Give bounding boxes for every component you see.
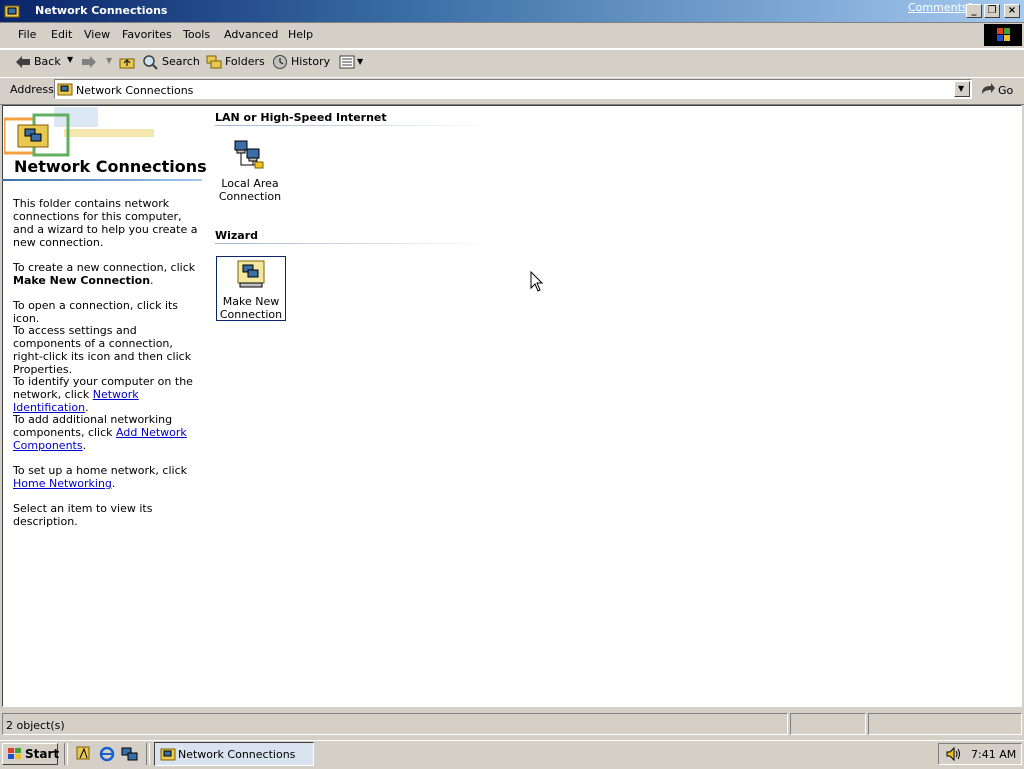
section-header-lan: LAN or High-Speed Internet <box>215 111 387 124</box>
minimize-button[interactable]: _ <box>966 4 982 18</box>
status-cell-3 <box>868 713 1022 735</box>
panel-home-text: To set up a home network, click Home Net… <box>13 464 187 490</box>
up-folder-icon[interactable] <box>119 55 135 69</box>
create-bold: Make New Connection <box>13 274 151 287</box>
start-label: Start <box>25 747 60 761</box>
menu-edit[interactable]: Edit <box>51 28 72 41</box>
mouse-cursor-icon <box>530 271 544 292</box>
home-prefix: To set up a home network, click <box>13 464 187 477</box>
home-networking-link[interactable]: Home Networking <box>13 477 112 490</box>
window-app-icon[interactable] <box>4 3 20 19</box>
section-rule-lan <box>215 125 495 126</box>
back-button[interactable]: Back <box>34 55 61 68</box>
speaker-icon[interactable] <box>945 746 963 762</box>
go-arrow-icon[interactable] <box>980 82 996 96</box>
panel-title: Network Connections <box>14 157 207 176</box>
panel-divider <box>2 179 202 181</box>
start-button[interactable]: Start <box>2 743 60 765</box>
network-connection-icon[interactable] <box>233 139 267 171</box>
create-prefix: To create a new connection, click <box>13 261 196 274</box>
task-label: Network Connections <box>178 748 296 761</box>
menu-favorites[interactable]: Favorites <box>122 28 172 41</box>
section-rule-wizard <box>215 243 495 244</box>
status-objects-text: 2 object(s) <box>6 719 65 732</box>
views-icon[interactable] <box>339 55 355 69</box>
menu-view[interactable]: View <box>84 28 110 41</box>
status-cell-2 <box>790 713 866 735</box>
panel-select-text: Select an item to view its description. <box>13 502 153 528</box>
make-new-connection-label[interactable]: Make New Connection <box>211 295 291 321</box>
address-folder-icon <box>57 83 73 96</box>
folders-icon[interactable] <box>206 54 222 70</box>
menu-help[interactable]: Help <box>288 28 313 41</box>
panel-open-text: To open a connection, click its icon. <box>13 299 179 325</box>
ie-icon[interactable] <box>98 746 116 762</box>
quicklaunch-icon[interactable] <box>121 746 139 762</box>
network-folder-icon <box>17 124 49 148</box>
back-dropdown[interactable]: ▼ <box>67 55 73 64</box>
search-button[interactable]: Search <box>162 55 200 68</box>
menu-advanced[interactable]: Advanced <box>224 28 278 41</box>
close-button[interactable]: × <box>1004 4 1020 18</box>
taskbar-separator-2 <box>146 743 150 765</box>
search-icon[interactable] <box>142 54 158 70</box>
panel-intro: This folder contains network connections… <box>13 197 198 249</box>
clock[interactable]: 7:41 AM <box>971 748 1016 761</box>
panel-create-text: To create a new connection, click Make N… <box>13 261 196 287</box>
windows-flag-icon <box>984 24 1022 46</box>
taskbar-button-network-connections[interactable]: Network Connections <box>154 742 314 766</box>
restore-button[interactable]: ❐ <box>984 4 1000 18</box>
taskbar-separator <box>64 743 68 765</box>
title-bar[interactable]: Network Connections Comments? <box>0 0 1024 22</box>
address-dropdown-button[interactable]: ▼ <box>954 81 970 97</box>
section-header-wizard: Wizard <box>215 229 259 242</box>
panel-add-text: To add additional networking components,… <box>13 413 187 452</box>
folders-button[interactable]: Folders <box>225 55 265 68</box>
task-folder-icon <box>160 748 176 761</box>
go-button[interactable]: Go <box>998 84 1013 97</box>
forward-dropdown[interactable]: ▼ <box>106 56 112 65</box>
address-label: Address <box>10 83 54 96</box>
make-new-connection-icon[interactable] <box>236 259 266 289</box>
address-value[interactable]: Network Connections <box>76 84 193 97</box>
forward-arrow-icon[interactable] <box>81 55 97 69</box>
views-dropdown[interactable]: ▼ <box>357 57 363 66</box>
panel-identify-text: To identify your computer on the network… <box>13 375 193 414</box>
start-flag-icon <box>8 748 21 759</box>
system-tray: 7:41 AM <box>938 743 1022 765</box>
menu-tools[interactable]: Tools <box>183 28 210 41</box>
desktop-icon[interactable] <box>75 746 93 762</box>
history-button[interactable]: History <box>291 55 330 68</box>
status-cell-objects <box>2 713 788 735</box>
history-icon[interactable] <box>272 54 288 70</box>
comments-link[interactable]: Comments? <box>908 1 973 14</box>
local-area-connection-label[interactable]: Local Area Connection <box>210 177 290 203</box>
panel-access-text: To access settings and components of a c… <box>13 324 192 376</box>
window-title: Network Connections <box>35 4 168 17</box>
back-arrow-icon[interactable] <box>15 55 31 69</box>
menu-file[interactable]: File <box>18 28 36 41</box>
